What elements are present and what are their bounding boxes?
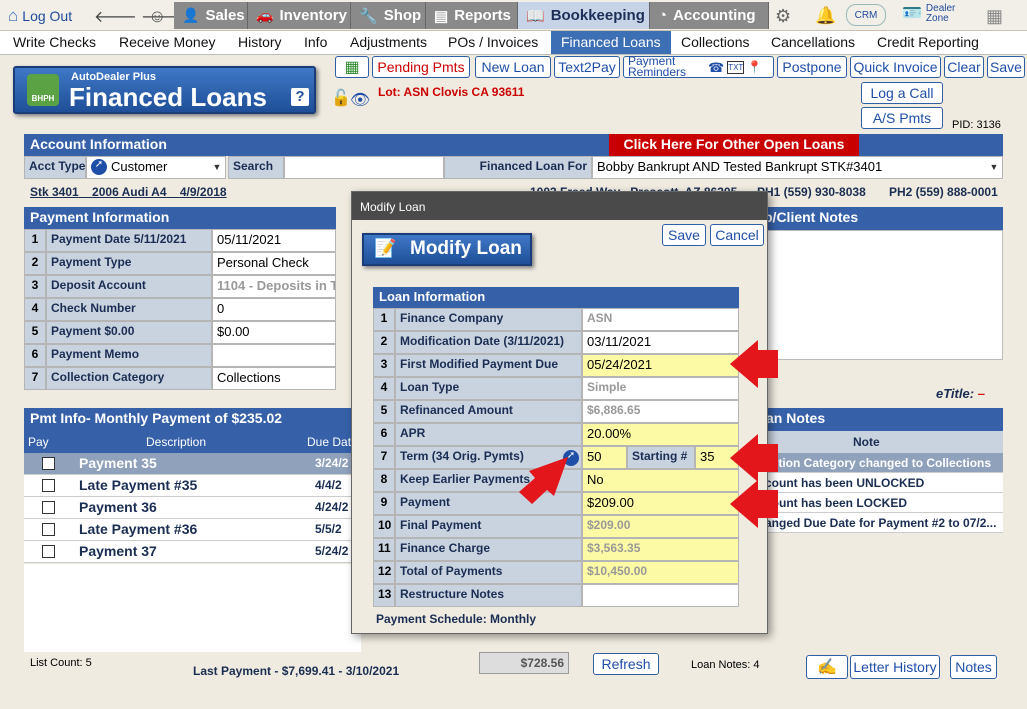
- red-arrow-2: [730, 434, 778, 482]
- red-arrow-4: [519, 457, 568, 504]
- red-arrow-1: [730, 340, 778, 388]
- red-arrow-3: [730, 480, 778, 528]
- annotation-arrows: [519, 340, 778, 528]
